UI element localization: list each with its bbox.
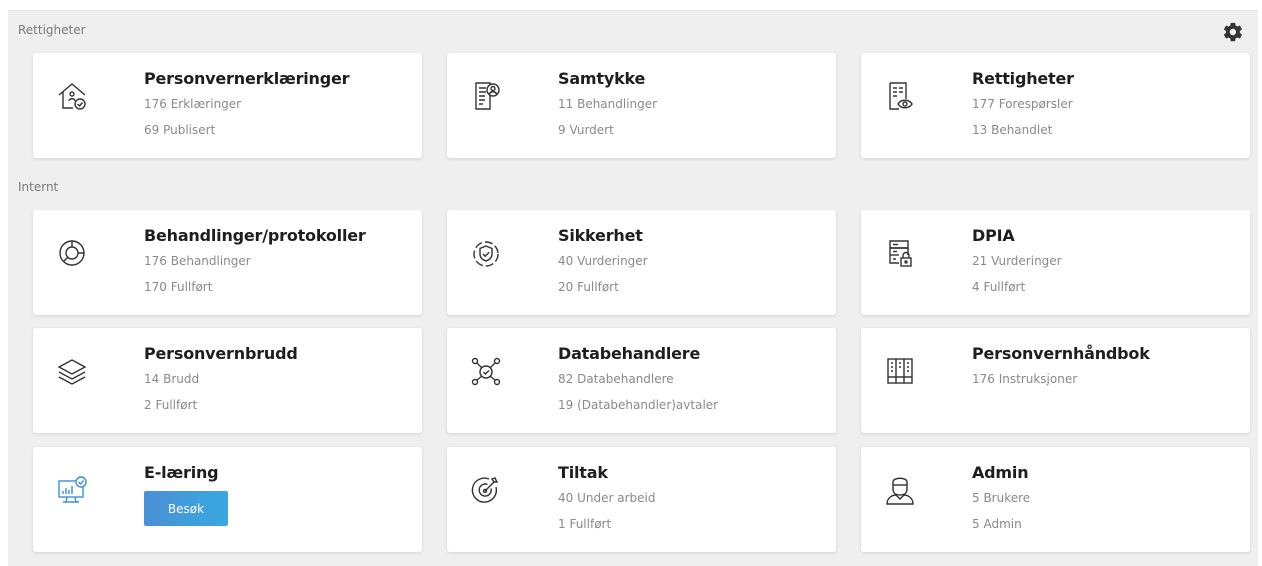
card-stat: 1 Fullført <box>558 517 612 531</box>
gear-icon[interactable] <box>1222 21 1244 43</box>
card-samtykke[interactable]: Samtykke 11 Behandlinger 9 Vurdert <box>447 53 836 158</box>
card-stat: 69 Publisert <box>144 123 216 137</box>
card-stat: 5 Admin <box>972 517 1022 531</box>
card-stat: 21 Vurderinger <box>972 254 1062 268</box>
card-title: DPIA <box>972 226 1015 245</box>
section-label-rights: Rettigheter <box>18 23 86 37</box>
shield-check-icon <box>467 234 505 272</box>
book-icon <box>881 352 919 390</box>
monitor-chart-icon <box>53 471 91 509</box>
card-title: E-læring <box>144 463 219 482</box>
card-stat: 170 Fullført <box>144 280 213 294</box>
card-stat: 40 Vurderinger <box>558 254 648 268</box>
card-databehandlere[interactable]: Databehandlere 82 Databehandlere 19 (Dat… <box>447 328 836 433</box>
card-title: Databehandlere <box>558 344 701 363</box>
card-title: Personvernerklæringer <box>144 69 350 88</box>
document-eye-icon <box>881 77 919 115</box>
card-stat: 176 Instruksjoner <box>972 372 1078 386</box>
card-stat: 4 Fullført <box>972 280 1026 294</box>
card-dpia[interactable]: DPIA 21 Vurderinger 4 Fullført <box>861 210 1250 315</box>
card-rettigheter[interactable]: Rettigheter 177 Forespørsler 13 Behandle… <box>861 53 1250 158</box>
card-stat: 82 Databehandlere <box>558 372 674 386</box>
card-title: Tiltak <box>558 463 608 482</box>
card-stat: 19 (Databehandler)avtaler <box>558 398 719 412</box>
document-user-icon <box>467 77 505 115</box>
layers-icon <box>53 352 91 390</box>
donut-chart-icon <box>53 234 91 272</box>
card-admin[interactable]: Admin 5 Brukere 5 Admin <box>861 447 1250 552</box>
card-stat: 14 Brudd <box>144 372 200 386</box>
card-stat: 11 Behandlinger <box>558 97 658 111</box>
dashboard-panel: Rettigheter Personvernerklæringer 176 Er… <box>8 10 1258 566</box>
card-tiltak[interactable]: Tiltak 40 Under arbeid 1 Fullført <box>447 447 836 552</box>
card-stat: 9 Vurdert <box>558 123 614 137</box>
card-stat: 176 Erklæringer <box>144 97 242 111</box>
card-personvernhandbok[interactable]: Personvernhåndbok 176 Instruksjoner <box>861 328 1250 433</box>
visit-button[interactable]: Besøk <box>144 491 228 526</box>
section-label-internal: Internt <box>18 180 59 194</box>
card-title: Admin <box>972 463 1029 482</box>
card-stat: 5 Brukere <box>972 491 1031 505</box>
house-check-icon <box>53 77 91 115</box>
card-title: Rettigheter <box>972 69 1074 88</box>
card-personvernerklaeringer[interactable]: Personvernerklæringer 176 Erklæringer 69… <box>33 53 422 158</box>
card-behandlinger[interactable]: Behandlinger/protokoller 176 Behandlinge… <box>33 210 422 315</box>
card-title: Samtykke <box>558 69 646 88</box>
card-elaering[interactable]: E-læring Besøk <box>33 447 422 552</box>
network-check-icon <box>467 352 505 390</box>
server-lock-icon <box>881 234 919 272</box>
card-personvernbrudd[interactable]: Personvernbrudd 14 Brudd 2 Fullført <box>33 328 422 433</box>
card-title: Personvernbrudd <box>144 344 298 363</box>
card-stat: 177 Forespørsler <box>972 97 1073 111</box>
card-stat: 20 Fullført <box>558 280 619 294</box>
card-sikkerhet[interactable]: Sikkerhet 40 Vurderinger 20 Fullført <box>447 210 836 315</box>
target-icon <box>467 471 505 509</box>
card-title: Personvernhåndbok <box>972 344 1150 363</box>
card-stat: 176 Behandlinger <box>144 254 251 268</box>
card-stat: 13 Behandlet <box>972 123 1053 137</box>
card-stat: 40 Under arbeid <box>558 491 656 505</box>
user-icon <box>881 471 919 509</box>
card-title: Sikkerhet <box>558 226 643 245</box>
card-stat: 2 Fullført <box>144 398 198 412</box>
card-title: Behandlinger/protokoller <box>144 226 366 245</box>
